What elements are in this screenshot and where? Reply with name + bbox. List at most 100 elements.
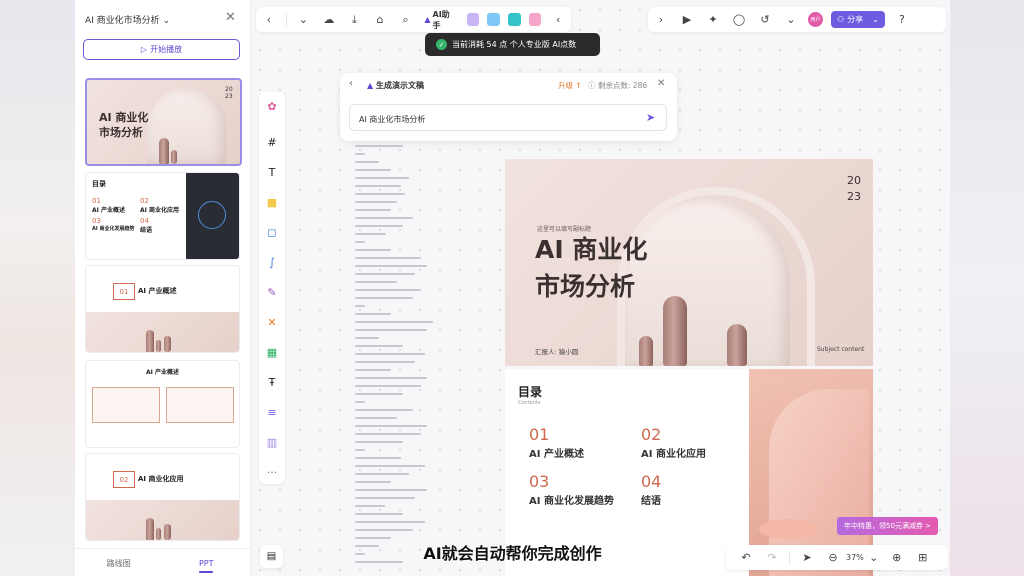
slide-subject: Subject content <box>817 346 865 353</box>
prompt-input[interactable]: AI 商业化市场分析 <box>349 104 667 131</box>
outline-line <box>355 481 391 483</box>
outline-line <box>355 521 425 523</box>
cloud-icon[interactable]: ☁ <box>321 12 337 28</box>
outline-line <box>355 497 415 499</box>
share-button[interactable]: ⚇ 分享 ⌄ <box>831 11 885 28</box>
outline-line <box>355 209 391 211</box>
play-circle-icon[interactable]: ▶ <box>679 12 695 28</box>
slide-cover[interactable]: 这里可以填写副标题 AI 商业化 市场分析 20 23 汇报人: 猿小圆 Sub… <box>505 159 873 366</box>
table-icon[interactable]: ▦ <box>264 344 280 360</box>
ppt-tool-icon[interactable] <box>487 13 501 26</box>
more-down-icon[interactable]: ⌄ <box>783 12 799 28</box>
slide-thumbnail-5[interactable]: 02 AI 商业化应用 <box>85 453 240 541</box>
blurred-right-margin <box>949 0 1024 576</box>
close-icon[interactable]: ✕ <box>657 78 665 89</box>
avatar[interactable]: 用户 <box>808 12 823 27</box>
expand-icon[interactable]: › <box>653 12 669 28</box>
promo-banner[interactable]: 年中特惠，领50元满减券 > <box>837 517 938 535</box>
shape-icon[interactable]: ◻ <box>264 224 280 240</box>
mindmap-icon[interactable]: ✕ <box>264 314 280 330</box>
collapse-left-icon[interactable]: ‹ <box>550 12 566 28</box>
slide-thumbnail-1[interactable]: AI 商业化 市场分析 20 23 <box>85 78 242 166</box>
slide-thumbnail-2[interactable]: 目录 01 AI 产业概述 02 AI 商业化应用 03 AI 商业化发展趋势 … <box>85 172 240 260</box>
notification-toast: ✓ 当前消耗 54 点 个人专业版 AI点数 <box>425 33 600 56</box>
thumb-heading: AI 产业概述 <box>146 369 179 376</box>
mindmap-tool-icon[interactable] <box>508 13 521 26</box>
send-icon[interactable]: ➤ <box>646 111 655 124</box>
download-icon[interactable]: ⤓ <box>347 12 363 28</box>
celebrate-icon[interactable]: ✦ <box>705 12 721 28</box>
tag-icon[interactable]: ⌂ <box>372 12 388 28</box>
user-add-icon: ⚇ <box>837 15 845 24</box>
outline-line <box>355 257 421 259</box>
outline-line <box>355 409 413 411</box>
thumb-dark-panel <box>186 173 239 259</box>
search-icon[interactable]: ⌕ <box>398 12 414 28</box>
frame-icon[interactable]: # <box>264 134 280 150</box>
outline-text[interactable] <box>355 145 495 569</box>
outline-line <box>355 385 421 387</box>
outline-line <box>355 201 397 203</box>
ai-logo-icon: ▲ <box>424 15 431 24</box>
image-tool-icon[interactable] <box>466 13 480 26</box>
slide-thumbnail-3[interactable]: 01 AI 产业概述 <box>85 265 240 353</box>
chart-tool-icon[interactable] <box>528 13 542 26</box>
slide-thumbnail-4[interactable]: AI 产业概述 <box>85 360 240 448</box>
outline-line <box>355 305 365 307</box>
contents-num: 01 <box>529 425 550 444</box>
tools-toolbar: ✿ # T ■ ◻ ∫ ✎ ✕ ▦ Ŧ ≡ ▥ ··· <box>259 92 285 484</box>
thumb-label: 结语 <box>140 227 153 234</box>
outline-line <box>355 297 413 299</box>
list-icon[interactable]: ≡ <box>264 404 280 420</box>
history-icon[interactable]: ↺ <box>757 12 773 28</box>
contents-num: 04 <box>641 472 662 491</box>
thumb-num: 01 <box>92 197 101 205</box>
outline-line <box>355 353 425 355</box>
back-icon[interactable]: ‹ <box>349 78 353 89</box>
thumb-title: AI 商业化 市场分析 <box>99 111 149 139</box>
panel-title: ▲ 生成演示文稿 <box>367 81 424 90</box>
thumb-num: 04 <box>140 217 149 225</box>
comment-icon[interactable]: ◯ <box>731 12 747 28</box>
upgrade-link[interactable]: 升级 ↑ <box>558 80 582 91</box>
outline-line <box>355 369 391 371</box>
document-title[interactable]: AI 商业化市场分析 ⌄ <box>85 13 170 26</box>
outline-line <box>355 273 415 275</box>
close-icon[interactable]: ✕ <box>225 10 236 25</box>
template-icon[interactable]: ▥ <box>264 434 280 450</box>
sticky-note-icon[interactable]: ■ <box>264 194 280 210</box>
video-subtitle: AI就会自动帮你完成创作 <box>423 544 602 563</box>
textbox-icon[interactable]: Ŧ <box>264 374 280 390</box>
outline-line <box>355 145 403 147</box>
ai-shapes-icon[interactable]: ✿ <box>264 98 280 114</box>
outline-line <box>355 513 403 515</box>
ai-assistant-button[interactable]: ▲ AI助手 <box>424 9 456 31</box>
slide-year: 20 23 <box>847 174 861 203</box>
back-icon[interactable]: ‹ <box>261 12 277 28</box>
outline-line <box>355 281 397 283</box>
main-toolbar: ‹ ⌄ ☁ ⤓ ⌂ ⌕ ▲ AI助手 ‹ <box>256 7 571 32</box>
outline-line <box>355 321 433 323</box>
outline-line <box>355 329 427 331</box>
play-icon: ▷ <box>140 45 148 54</box>
contents-label: AI 商业化应用 <box>641 449 706 460</box>
pen-icon[interactable]: ✎ <box>264 284 280 300</box>
play-button[interactable]: ▷ 开始播放 <box>83 39 240 60</box>
more-icon[interactable]: ··· <box>264 464 280 480</box>
thumb-label: AI 产业概述 <box>92 207 125 214</box>
thumb-label: AI 商业化发展趋势 <box>92 226 135 232</box>
outline-line <box>355 505 385 507</box>
contents-num: 02 <box>641 425 662 444</box>
text-icon[interactable]: T <box>264 164 280 180</box>
outline-line <box>355 345 403 347</box>
outline-line <box>355 153 365 155</box>
check-icon: ✓ <box>436 39 447 50</box>
connector-icon[interactable]: ∫ <box>264 254 280 270</box>
chevron-down-icon: ⌄ <box>872 15 879 24</box>
outline-line <box>355 377 427 379</box>
outline-line <box>355 473 409 475</box>
outline-line <box>355 233 387 235</box>
collapse-icon[interactable]: ⌄ <box>296 12 312 28</box>
help-icon[interactable]: ? <box>894 12 910 28</box>
outline-line <box>355 417 397 419</box>
